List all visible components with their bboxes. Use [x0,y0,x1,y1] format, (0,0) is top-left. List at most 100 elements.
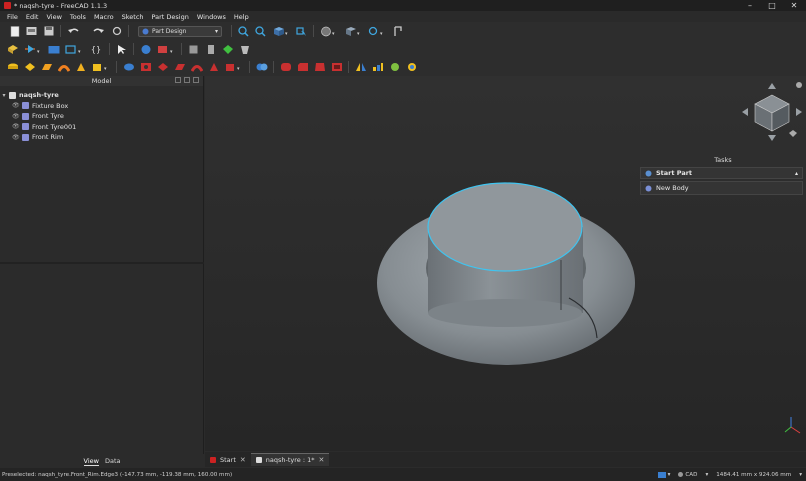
tree-item-front-tyre001[interactable]: 👁 Front Tyre001 [0,122,203,133]
tree-item-front-tyre[interactable]: 👁 Front Tyre [0,111,203,122]
nav-arrow-up-icon[interactable] [768,83,776,89]
close-tab-icon[interactable]: ✕ [240,456,246,464]
panel-splitter[interactable] [0,262,204,264]
validate-sketch-icon[interactable] [139,43,152,56]
tree-document-row[interactable]: ▾ naqsh-tyre [0,90,203,101]
sub-shape-binder-icon[interactable] [221,43,234,56]
datum-icon[interactable]: ▾ [156,43,176,56]
undo-icon[interactable] [66,25,84,38]
visibility-eye-icon[interactable]: 👁 [12,113,20,120]
visibility-eye-icon[interactable]: 👁 [12,102,20,109]
chamfer-icon[interactable] [296,61,309,74]
start-part-group[interactable]: Start Part ▴ [640,167,803,179]
panel-float-icon[interactable] [175,77,181,83]
menu-sketch[interactable]: Sketch [118,13,148,21]
folder-icon[interactable] [47,43,60,56]
panel-close-icon[interactable] [193,77,199,83]
revolution-icon[interactable] [23,61,36,74]
collapse-arrow-icon[interactable]: ▴ [795,170,798,177]
nav-view-menu-icon[interactable] [789,130,797,137]
fillet-icon[interactable] [279,61,292,74]
additive-loft-icon[interactable] [40,61,53,74]
body-icon [22,112,29,120]
nav-arrow-left-icon[interactable] [742,108,748,116]
whats-this-icon[interactable] [391,25,404,38]
new-body-button[interactable]: New Body [640,181,803,195]
tab-data[interactable]: Data [105,457,121,465]
visibility-eye-icon[interactable]: 👁 [12,134,20,141]
redo-icon[interactable] [88,25,106,38]
draw-style-icon[interactable]: ▾ [271,25,291,38]
draft-icon[interactable] [313,61,326,74]
additive-helix-icon[interactable] [74,61,87,74]
create-sketch-icon[interactable]: ▾ [23,43,43,56]
front-rim-top-face[interactable] [427,182,583,272]
coordinate-system-icon[interactable] [238,43,251,56]
workbench-selector[interactable]: Part Design ▾ [138,25,222,37]
menu-windows[interactable]: Windows [193,13,230,21]
collapse-arrow-icon[interactable]: ▾ [0,92,8,99]
part-design-icon [142,28,149,34]
subtractive-primitive-icon[interactable]: ▾ [224,61,244,74]
fit-selection-icon[interactable] [254,25,267,38]
variable-set-icon[interactable]: {} [88,43,104,56]
minimize-button[interactable]: – [739,0,761,11]
create-body-icon[interactable] [6,43,19,56]
menu-macro[interactable]: Macro [90,13,118,21]
subtractive-loft-icon[interactable] [173,61,186,74]
view-box-icon[interactable]: ▾ [343,25,363,38]
refresh-icon[interactable] [110,25,123,38]
close-window-button[interactable]: ✕ [783,0,805,11]
visibility-eye-icon[interactable]: 👁 [12,123,20,130]
save-icon[interactable] [42,25,55,38]
nav-arrow-down-icon[interactable] [768,135,776,141]
mirrored-icon[interactable] [354,61,367,74]
shape-binder-icon[interactable] [187,43,200,56]
menu-part-design[interactable]: Part Design [148,13,193,21]
tree-item-fixture-box[interactable]: 👁 Fixture Box [0,101,203,112]
linear-pattern-icon[interactable] [371,61,384,74]
additive-pipe-icon[interactable] [57,61,70,74]
selection-filter-icon[interactable] [115,43,128,56]
subtractive-pipe-icon[interactable] [190,61,203,74]
3d-viewport[interactable] [205,76,806,451]
notification-area[interactable]: ▾ [657,471,670,478]
panel-restore-icon[interactable] [184,77,190,83]
tab-view[interactable]: View [83,457,99,466]
hole-icon[interactable] [139,61,152,74]
new-document-icon[interactable] [8,25,21,38]
subtractive-helix-icon[interactable] [207,61,220,74]
tab-start[interactable]: Start ✕ [205,453,251,466]
boolean-icon[interactable] [255,61,268,74]
additive-primitive-icon[interactable]: ▾ [91,61,111,74]
nav-arrow-right-icon[interactable] [796,108,802,116]
thickness-icon[interactable] [330,61,343,74]
multi-transform-icon[interactable] [405,61,418,74]
link-icon[interactable]: ▾ [64,43,84,56]
pocket-icon[interactable] [122,61,135,74]
close-tab-icon[interactable]: ✕ [318,456,324,464]
menu-view[interactable]: View [42,13,65,21]
tyre-model[interactable] [377,182,635,365]
nav-menu-icon[interactable] [796,82,802,88]
chevron-down-icon[interactable]: ▾ [799,472,802,478]
3d-scene[interactable] [205,76,806,451]
clone-icon[interactable] [204,43,217,56]
open-document-icon[interactable] [25,25,38,38]
menu-file[interactable]: File [3,13,22,21]
measure-icon[interactable]: ▾ [367,25,387,38]
menu-tools[interactable]: Tools [66,13,90,21]
pad-icon[interactable] [6,61,19,74]
tab-naqsh-tyre[interactable]: naqsh-tyre : 1* ✕ [250,453,330,466]
tree-item-front-rim[interactable]: 👁 Front Rim [0,132,203,143]
groove-icon[interactable] [156,61,169,74]
standard-views-icon[interactable]: ▾ [319,25,339,38]
fit-all-icon[interactable] [237,25,250,38]
menu-help[interactable]: Help [230,13,253,21]
polar-pattern-icon[interactable] [388,61,401,74]
bounding-box-icon[interactable] [295,25,308,38]
maximize-button[interactable]: □ [761,0,783,11]
navigation-cube[interactable] [742,82,802,141]
menu-edit[interactable]: Edit [22,13,43,21]
navigation-style-selector[interactable]: CAD ▾ [678,472,708,478]
